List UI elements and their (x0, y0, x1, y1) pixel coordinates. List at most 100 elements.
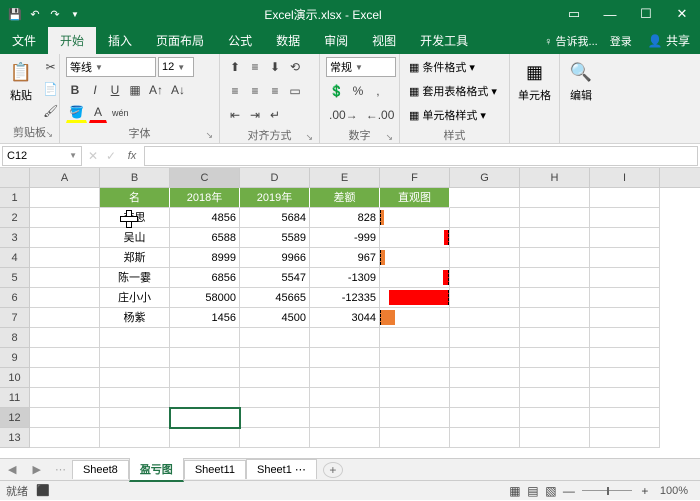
cell[interactable] (100, 428, 170, 448)
cell[interactable] (450, 228, 520, 248)
sheet-tab[interactable]: Sheet11 (184, 460, 246, 479)
row-header[interactable]: 13 (0, 428, 30, 448)
cell[interactable] (590, 368, 660, 388)
cell[interactable] (450, 208, 520, 228)
cell[interactable] (170, 408, 240, 428)
align-top-icon[interactable]: ⬆ (226, 57, 244, 77)
sheet-tab-active[interactable]: 盈亏图 (129, 457, 184, 482)
cell[interactable] (590, 268, 660, 288)
tab-review[interactable]: 审阅 (312, 27, 360, 54)
cell[interactable] (30, 348, 100, 368)
tab-file[interactable]: 文件 (0, 27, 48, 54)
cell[interactable] (450, 328, 520, 348)
column-header[interactable]: A (30, 168, 100, 187)
align-left-icon[interactable]: ≡ (226, 81, 244, 101)
cell[interactable] (520, 188, 590, 208)
zoom-in-icon[interactable]: + (636, 481, 654, 501)
tab-layout[interactable]: 页面布局 (144, 27, 216, 54)
cell[interactable] (380, 268, 450, 288)
cell[interactable] (380, 228, 450, 248)
row-header[interactable]: 4 (0, 248, 30, 268)
align-bottom-icon[interactable]: ⬇ (266, 57, 284, 77)
tab-data[interactable]: 数据 (264, 27, 312, 54)
cell[interactable] (590, 348, 660, 368)
format-painter-icon[interactable]: 🖌 (40, 101, 61, 121)
cell[interactable]: 3044 (310, 308, 380, 328)
cell[interactable] (170, 328, 240, 348)
tab-home[interactable]: 开始 (48, 27, 96, 54)
cell[interactable] (240, 328, 310, 348)
cell[interactable] (380, 408, 450, 428)
align-right-icon[interactable]: ≡ (266, 81, 284, 101)
cell[interactable]: -12335 (310, 288, 380, 308)
cell[interactable] (590, 308, 660, 328)
cell[interactable] (450, 288, 520, 308)
cell[interactable] (100, 328, 170, 348)
comma-icon[interactable]: , (369, 81, 387, 101)
cell[interactable]: 8999 (170, 248, 240, 268)
cell[interactable] (310, 368, 380, 388)
cell[interactable] (380, 428, 450, 448)
cell[interactable]: -999 (310, 228, 380, 248)
cell[interactable] (450, 248, 520, 268)
cell[interactable] (590, 228, 660, 248)
sheet-nav-next-icon[interactable]: ▶ (24, 463, 48, 476)
dec-decimal-icon[interactable]: ←.00 (363, 105, 398, 125)
cell[interactable] (100, 348, 170, 368)
cell[interactable]: 吴山 (100, 228, 170, 248)
cell[interactable] (520, 408, 590, 428)
view-pagebreak-icon[interactable]: ▧ (542, 481, 560, 501)
cell[interactable]: 6588 (170, 228, 240, 248)
cell[interactable] (30, 308, 100, 328)
cell[interactable] (170, 428, 240, 448)
cell[interactable]: 828 (310, 208, 380, 228)
name-box[interactable]: C12▼ (2, 146, 82, 166)
row-header[interactable]: 8 (0, 328, 30, 348)
sheet-tab[interactable]: Sheet8 (72, 460, 129, 479)
cell[interactable] (590, 428, 660, 448)
cell[interactable]: 6856 (170, 268, 240, 288)
phonetic-button[interactable]: wén (109, 103, 132, 123)
underline-button[interactable]: U (106, 80, 124, 100)
cell[interactable] (450, 188, 520, 208)
cell[interactable]: 陈一霎 (100, 268, 170, 288)
login-link[interactable]: 登录 (604, 28, 638, 54)
select-all-corner[interactable] (0, 168, 30, 187)
cell[interactable] (30, 268, 100, 288)
column-header[interactable]: E (310, 168, 380, 187)
cell[interactable] (380, 208, 450, 228)
cell[interactable] (30, 288, 100, 308)
close-icon[interactable]: ✕ (664, 0, 700, 28)
cut-icon[interactable]: ✂ (40, 57, 61, 77)
share-button[interactable]: 👤 共享 (638, 27, 700, 54)
grow-font-icon[interactable]: A↑ (146, 80, 166, 100)
zoom-out-icon[interactable]: — (560, 481, 578, 501)
column-header[interactable]: C (170, 168, 240, 187)
cell[interactable] (590, 388, 660, 408)
cell[interactable] (520, 268, 590, 288)
bold-button[interactable]: B (66, 80, 84, 100)
row-header[interactable]: 9 (0, 348, 30, 368)
cell[interactable] (30, 388, 100, 408)
undo-icon[interactable]: ↶ (26, 5, 44, 23)
redo-icon[interactable]: ↷ (46, 5, 64, 23)
cell[interactable]: 郑斯 (100, 248, 170, 268)
row-header[interactable]: 3 (0, 228, 30, 248)
dialog-launcher-icon[interactable]: ↘ (45, 129, 53, 140)
merge-button[interactable]: ▭ (286, 81, 304, 101)
cells-button[interactable]: ▦单元格 (516, 57, 553, 105)
cell[interactable] (30, 408, 100, 428)
font-name-combo[interactable]: 等线▼ (66, 57, 156, 77)
cell[interactable] (30, 248, 100, 268)
cell[interactable] (380, 288, 450, 308)
cell[interactable] (450, 408, 520, 428)
row-header[interactable]: 12 (0, 408, 30, 428)
cell[interactable] (30, 228, 100, 248)
row-header[interactable]: 10 (0, 368, 30, 388)
cell[interactable] (520, 308, 590, 328)
minimize-icon[interactable]: — (592, 0, 628, 28)
tab-insert[interactable]: 插入 (96, 27, 144, 54)
ribbon-opts-icon[interactable]: ▭ (556, 0, 592, 28)
sheet-tab[interactable]: Sheet1 ⋯ (246, 459, 317, 479)
cell[interactable] (450, 368, 520, 388)
